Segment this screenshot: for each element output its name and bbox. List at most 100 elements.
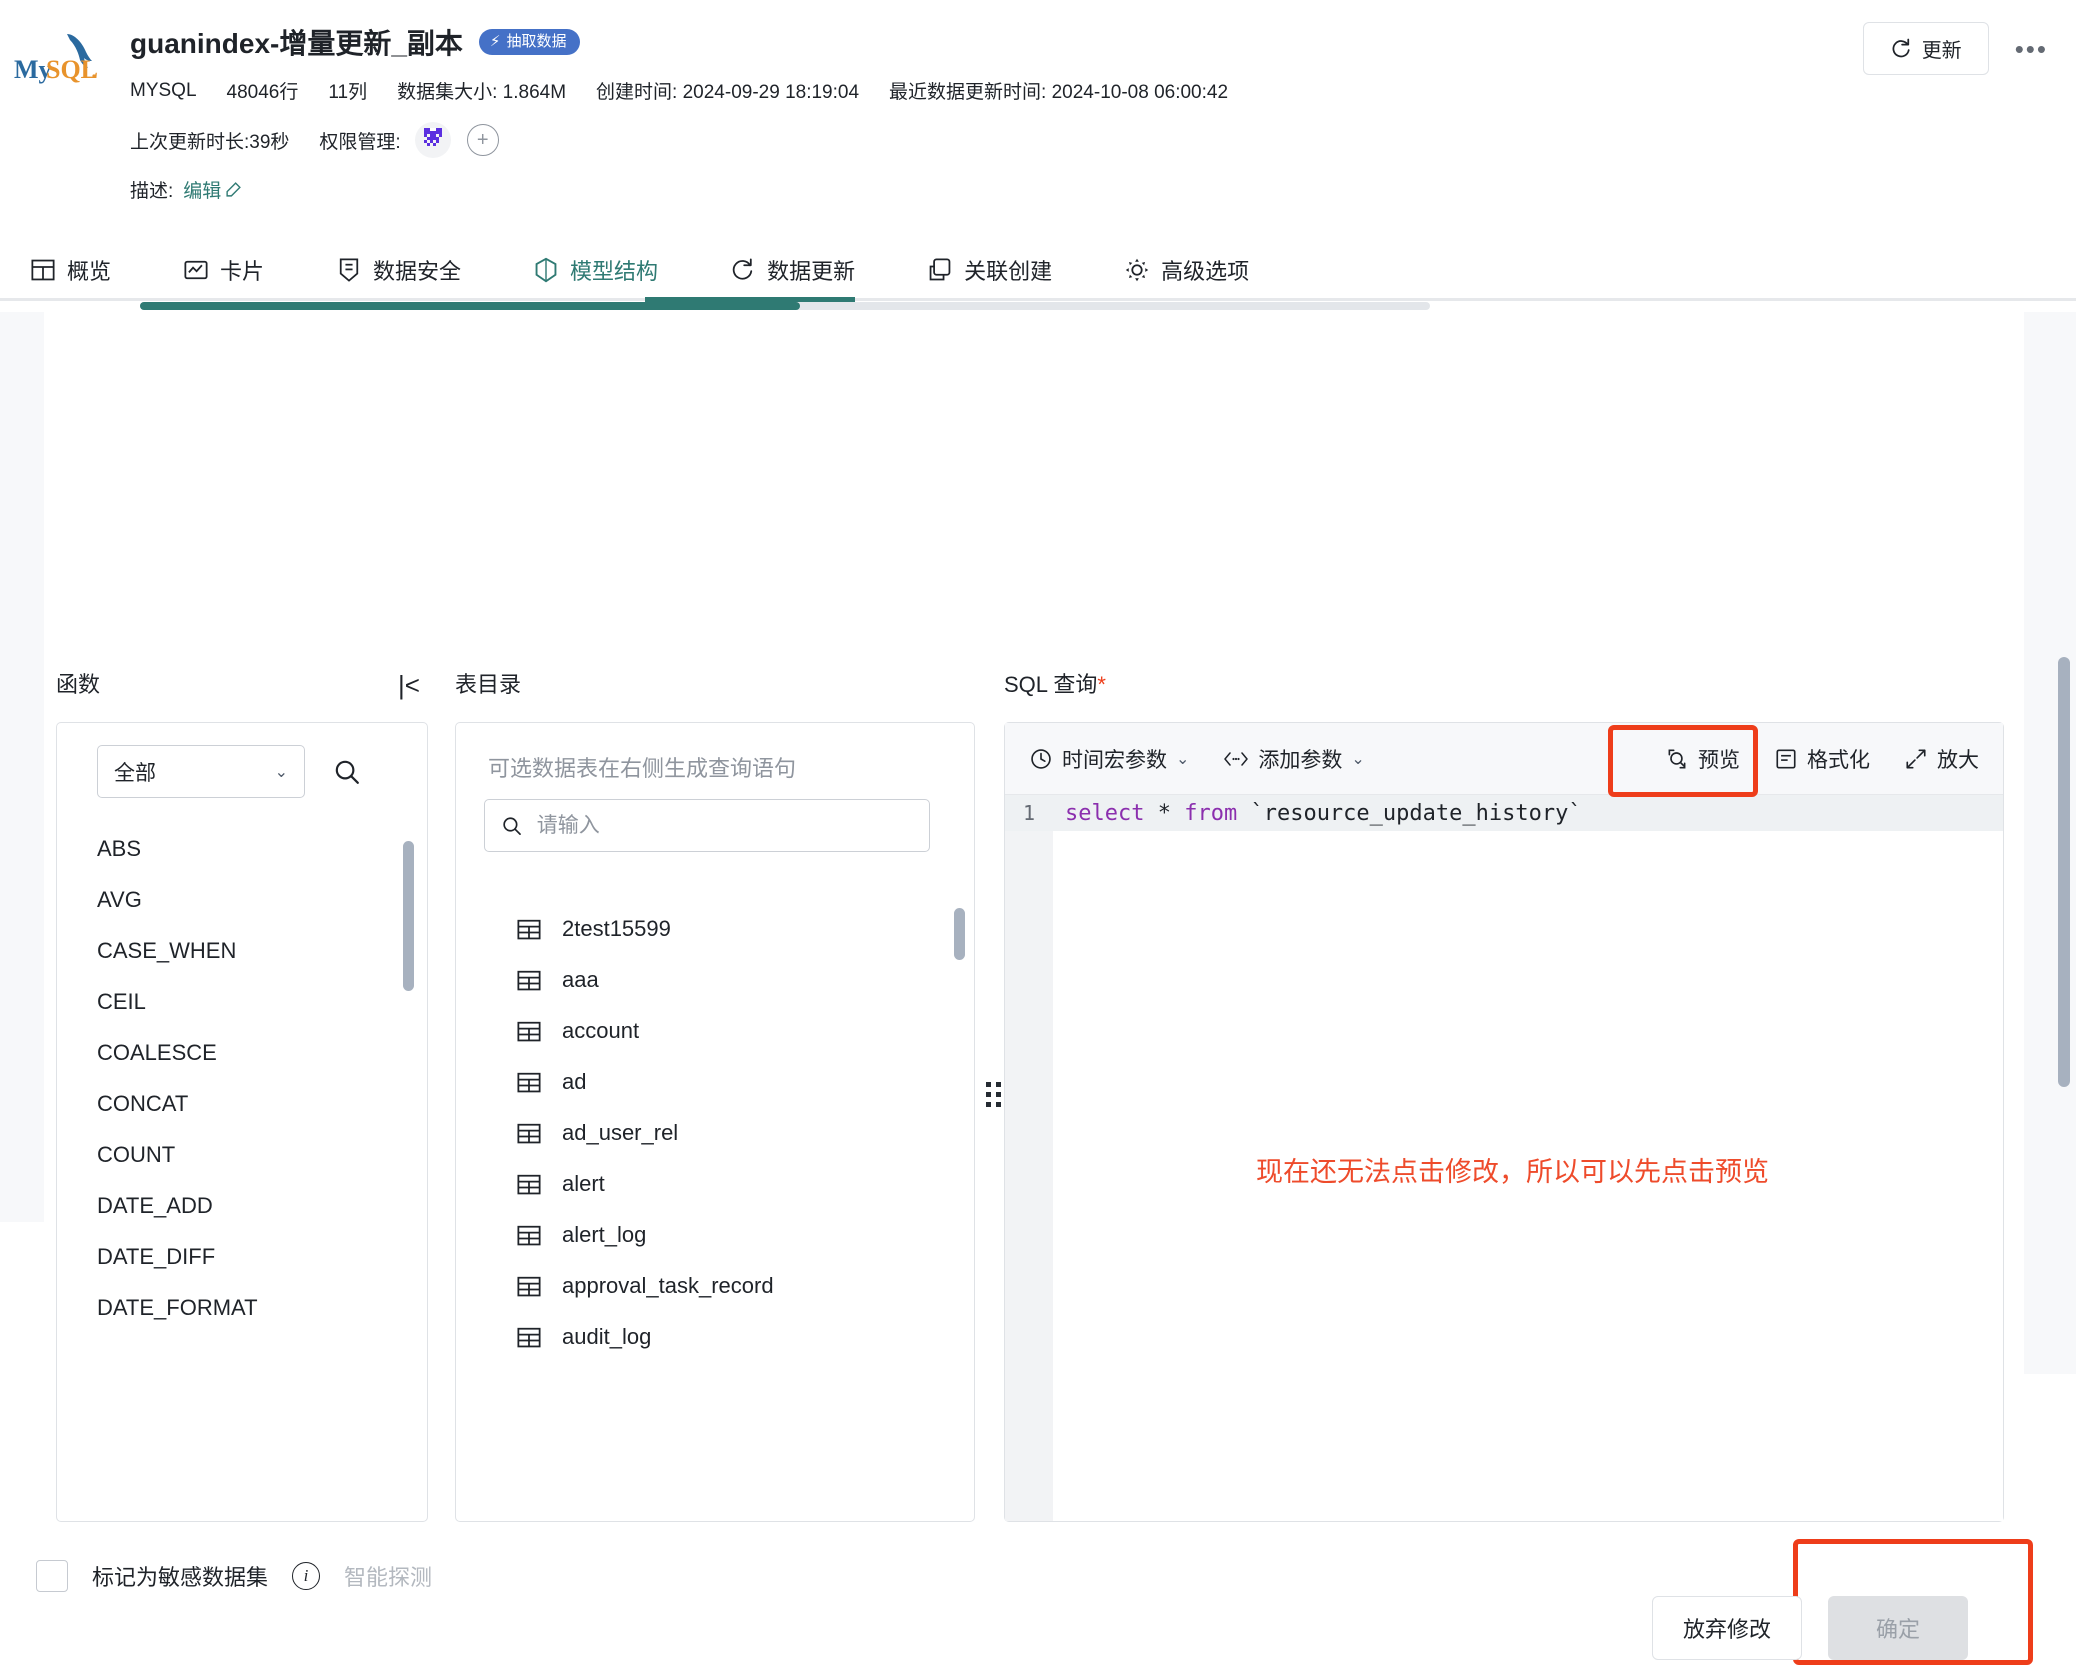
permission-label: 权限管理:	[319, 131, 401, 153]
table-list-item-label: ad	[562, 1068, 587, 1094]
description-label: 描述:	[130, 181, 174, 202]
sql-code-text[interactable]: select * from `resource_update_history`	[1053, 801, 1582, 826]
sql-toolbar-right: 预览 格式化 放大	[1665, 744, 1979, 774]
table-list-item[interactable]: aaa	[456, 954, 974, 1005]
function-item[interactable]: COUNT	[57, 1129, 427, 1180]
tab-data-security-label: 数据安全	[373, 259, 462, 284]
bolt-icon: ⚡	[489, 33, 501, 50]
confirm-button: 确定	[1827, 1596, 1968, 1660]
function-item[interactable]: CEIL	[57, 976, 427, 1027]
table-list-item[interactable]: alert_log	[456, 1209, 974, 1260]
tab-separator	[0, 298, 2076, 301]
function-search-button[interactable]	[333, 758, 361, 786]
time-macro-param-button[interactable]: 时间宏参数 ⌄	[1029, 744, 1189, 774]
expand-arrows-icon	[1906, 748, 1926, 769]
header-info: guanindex-增量更新_副本 ⚡ 抽取数据 MYSQL 48046行 11…	[130, 22, 1796, 203]
update-button-label: 更新	[1921, 40, 1962, 62]
sql-panel-title: SQL 查询*	[1004, 667, 1106, 699]
table-list-item-label: approval_task_record	[562, 1272, 774, 1298]
collapse-panel-icon[interactable]: |<	[398, 672, 420, 698]
discard-changes-button[interactable]: 放弃修改	[1651, 1596, 1802, 1660]
function-list[interactable]: ABS AVG CASE_WHEN CEIL COALESCE CONCAT C…	[57, 823, 427, 1520]
tab-card[interactable]: 卡片	[183, 255, 264, 299]
pencil-icon	[226, 182, 242, 197]
table-search-box[interactable]	[484, 799, 930, 852]
left-gutter	[0, 312, 44, 1222]
description-edit-label: 编辑	[183, 181, 222, 202]
smart-detect-link[interactable]: 智能探测	[344, 1560, 432, 1592]
bottom-actions: 放弃修改 确定	[1651, 1596, 1968, 1660]
table-list-item[interactable]: approval_task_record	[456, 1260, 974, 1311]
horizontal-scrollbar-thumb[interactable]	[140, 302, 800, 310]
dataset-header: My SQL guanindex-增量更新_副本 ⚡ 抽取数据 MYSQL 48…	[0, 0, 2076, 248]
tab-data-security[interactable]: 数据安全	[336, 255, 461, 299]
function-item[interactable]: CONCAT	[57, 1078, 427, 1129]
function-item[interactable]: AVG	[57, 874, 427, 925]
gear-icon	[1125, 258, 1149, 282]
function-item[interactable]: CASE_WHEN	[57, 925, 427, 976]
meta-engine: MYSQL	[130, 79, 197, 101]
tab-overview[interactable]: 概览	[30, 255, 111, 299]
format-button[interactable]: 格式化	[1774, 744, 1870, 774]
function-item[interactable]: DATE_DIFF	[57, 1231, 427, 1282]
add-user-button[interactable]: +	[466, 124, 499, 156]
clock-icon	[1031, 748, 1051, 769]
add-param-button[interactable]: 添加参数 ⌄	[1223, 744, 1365, 774]
header-actions: 更新 •••	[1862, 22, 2052, 75]
sensitive-dataset-row: 标记为敏感数据集 i 智能探测	[36, 1560, 432, 1592]
table-list-item-label: audit_log	[562, 1323, 652, 1349]
tables-panel-title: 表目录	[455, 672, 522, 697]
function-category-value: 全部	[114, 761, 156, 785]
table-list-item-label: account	[562, 1017, 640, 1043]
meta-columns: 11列	[328, 82, 368, 103]
tab-data-update[interactable]: 数据更新	[730, 255, 855, 299]
more-options-button[interactable]: •••	[2011, 36, 2052, 62]
model-structure-body: 函数 |< 表目录 SQL 查询* 全部 ⌄ ABS AVG CASE_WHEN…	[0, 312, 2076, 1665]
info-icon[interactable]: i	[292, 1562, 321, 1590]
tab-model-structure[interactable]: 模型结构	[533, 255, 658, 299]
extract-data-badge[interactable]: ⚡ 抽取数据	[478, 29, 581, 55]
function-item[interactable]: ABS	[57, 823, 427, 874]
format-button-label: 格式化	[1807, 748, 1870, 772]
extract-data-badge-label: 抽取数据	[506, 33, 567, 50]
panel-resize-handle[interactable]	[986, 1082, 1002, 1108]
app-page: My SQL guanindex-增量更新_副本 ⚡ 抽取数据 MYSQL 48…	[0, 0, 2076, 1665]
tab-overview-label: 概览	[67, 259, 112, 284]
update-button[interactable]: 更新	[1862, 22, 1989, 75]
mysql-logo-icon: My SQL	[12, 26, 98, 90]
sql-panel-title-text: SQL 查询	[1004, 672, 1098, 697]
table-list-item-label: ad_user_rel	[562, 1119, 679, 1145]
expand-button[interactable]: 放大	[1904, 744, 1979, 774]
function-item[interactable]: DATE_FORMAT	[57, 1282, 427, 1333]
sensitive-dataset-label: 标记为敏感数据集	[92, 1565, 269, 1590]
sql-code-line[interactable]: 1 select * from `resource_update_history…	[1005, 795, 2003, 831]
preview-button[interactable]: 预览	[1665, 744, 1740, 774]
table-list-item[interactable]: ad	[456, 1056, 974, 1107]
sql-star: *	[1144, 800, 1185, 826]
tab-card-label: 卡片	[220, 259, 265, 284]
sql-query-panel: 时间宏参数 ⌄ 添加参数 ⌄ 预览 格式化 放大 1 select * from…	[1004, 722, 2004, 1522]
vertical-scrollbar-thumb[interactable]	[2058, 657, 2070, 1087]
add-param-label: 添加参数	[1258, 748, 1343, 772]
tab-relation-create[interactable]: 关联创建	[927, 255, 1052, 299]
tab-advanced-options[interactable]: 高级选项	[1124, 255, 1249, 299]
description-edit-link[interactable]: 编辑	[183, 176, 242, 203]
table-list-item-label: alert	[562, 1170, 605, 1196]
table-list[interactable]: 2test15599 aaa account ad ad_user_rel al…	[456, 903, 974, 1520]
function-item[interactable]: COALESCE	[57, 1027, 427, 1078]
function-item[interactable]: DATE_ADD	[57, 1180, 427, 1231]
sensitive-dataset-checkbox[interactable]	[36, 1560, 68, 1592]
chevron-down-icon: ⌄	[1176, 750, 1190, 768]
table-list-item[interactable]: 2test15599	[456, 903, 974, 954]
table-list-item[interactable]: alert	[456, 1158, 974, 1209]
function-category-select[interactable]: 全部 ⌄	[97, 745, 305, 798]
table-list-item[interactable]: account	[456, 1005, 974, 1056]
table-list-item[interactable]: ad_user_rel	[456, 1107, 974, 1158]
table-list-scrollbar-thumb[interactable]	[954, 908, 965, 960]
table-list-item[interactable]: audit_log	[456, 1311, 974, 1362]
sql-required-mark: *	[1097, 672, 1106, 697]
function-list-scrollbar-thumb[interactable]	[403, 841, 414, 991]
avatar[interactable]	[414, 122, 451, 158]
table-search-input[interactable]	[534, 812, 913, 839]
table-icon	[517, 1021, 541, 1041]
